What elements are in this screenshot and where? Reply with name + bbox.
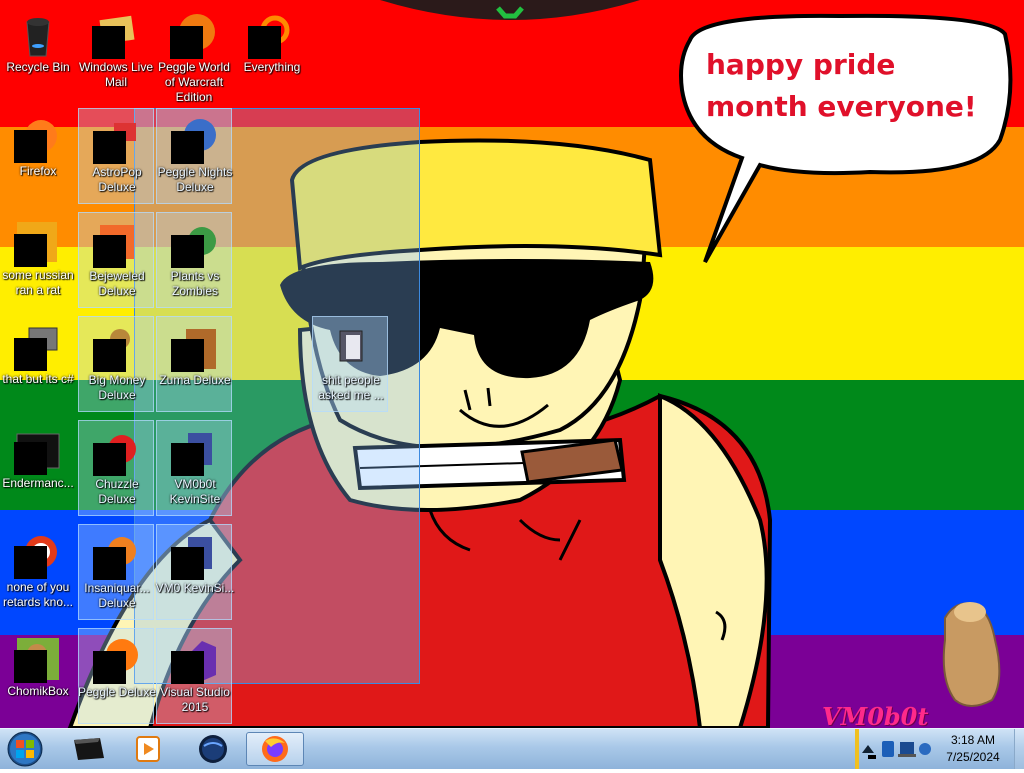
desktop-icon-vm0b0t-kevinsite[interactable]: VM0b0t KevinSite bbox=[156, 420, 232, 516]
desktop-icon-endermanc[interactable]: Endermanc... bbox=[0, 420, 76, 516]
redacted-icon-overlay bbox=[171, 547, 204, 580]
desktop-icon-bejeweled[interactable]: Bejeweled Deluxe bbox=[78, 212, 154, 308]
desktop-icon-windows-live-mail[interactable]: Windows Live Mail bbox=[78, 4, 154, 100]
taskbar: 3:18 AM 7/25/2024 bbox=[0, 728, 1024, 769]
desktop-icon-everything[interactable]: Everything bbox=[234, 4, 310, 100]
redacted-icon-overlay bbox=[248, 26, 281, 59]
desktop-icon-label: none of you retards kno... bbox=[2, 580, 74, 609]
system-clock[interactable]: 3:18 AM 7/25/2024 bbox=[935, 732, 1011, 766]
desktop-icon-label: Windows Live Mail bbox=[78, 60, 154, 89]
desktop-icon-label: Recycle Bin bbox=[6, 60, 70, 74]
desktop-icon-chuzzle[interactable]: Chuzzle Deluxe bbox=[78, 420, 154, 516]
redacted-icon-overlay bbox=[14, 546, 47, 579]
redacted-icon-overlay bbox=[171, 131, 204, 164]
taskbar-edge-strip bbox=[855, 729, 859, 769]
desktop-icon-label: Insaniquar... Deluxe bbox=[84, 581, 150, 610]
desktop-icon-russian-rat[interactable]: some russian ran a rat bbox=[0, 212, 76, 308]
desktop-icon-label: Firefox bbox=[19, 164, 57, 178]
taskbar-command-prompt[interactable] bbox=[62, 732, 116, 766]
folder-icon bbox=[339, 330, 363, 362]
clock-time: 3:18 AM bbox=[950, 733, 996, 747]
desktop-icon-chomikbox[interactable]: ChomikBox bbox=[0, 628, 76, 724]
desktop-icon-label: Everything bbox=[243, 60, 301, 74]
redacted-icon-overlay bbox=[93, 339, 126, 372]
desktop-icon-label: Big Money Deluxe bbox=[88, 373, 146, 402]
desktop-icon-label: AstroPop Deluxe bbox=[92, 165, 142, 194]
redacted-icon-overlay bbox=[171, 235, 204, 268]
desktop-icon-astropop[interactable]: AstroPop Deluxe bbox=[78, 108, 154, 204]
redacted-icon-overlay bbox=[93, 131, 126, 164]
volume-icon bbox=[919, 743, 931, 755]
clock-date: 7/25/2024 bbox=[946, 750, 1000, 764]
command-prompt-icon bbox=[74, 738, 104, 760]
recycle-bin-icon bbox=[26, 18, 50, 57]
redacted-icon-overlay bbox=[93, 547, 126, 580]
desktop-icon-label: Peggle Deluxe bbox=[77, 685, 157, 699]
redacted-icon-overlay bbox=[93, 443, 126, 476]
redacted-icon-overlay bbox=[14, 234, 47, 267]
redacted-icon-overlay bbox=[14, 130, 47, 163]
redacted-icon-overlay bbox=[14, 650, 47, 683]
desktop-icon-label: Visual Studio 2015 bbox=[160, 685, 230, 714]
desktop-icon-label: Peggle World of Warcraft Edition bbox=[158, 60, 230, 104]
taskbar-media-player[interactable] bbox=[122, 732, 176, 766]
desktop-icon-label: VM0b0t KevinSite bbox=[169, 477, 221, 506]
desktop-icon-label: Plants vs Zombies bbox=[170, 269, 220, 298]
desktop-icon-vm0-kevinsite[interactable]: VM0 KevinSi... bbox=[155, 524, 235, 620]
firefox-icon bbox=[262, 736, 288, 762]
desktop-icon-peggle-nights[interactable]: Peggle Nights Deluxe bbox=[156, 108, 232, 204]
redacted-icon-overlay bbox=[93, 651, 126, 684]
media-player-icon bbox=[136, 736, 160, 762]
redacted-icon-overlay bbox=[92, 26, 125, 59]
desktop-icon-label: Chuzzle Deluxe bbox=[95, 477, 139, 506]
desktop-icon-label: that but its c# bbox=[2, 372, 74, 386]
redacted-icon-overlay bbox=[171, 443, 204, 476]
network-icon bbox=[900, 742, 914, 754]
globe-icon bbox=[199, 735, 227, 763]
redacted-icon-overlay bbox=[14, 442, 47, 475]
desktop-icon-label: ChomikBox bbox=[7, 684, 69, 698]
redacted-icon-overlay bbox=[171, 339, 204, 372]
desktop-icon-insaniquarium[interactable]: Insaniquar... Deluxe bbox=[78, 524, 154, 620]
desktop-icon-label: Endermanc... bbox=[2, 476, 74, 490]
redacted-icon-overlay bbox=[170, 26, 203, 59]
tray-overflow-icon bbox=[862, 745, 874, 753]
desktop-icon-big-money[interactable]: Big Money Deluxe bbox=[78, 316, 154, 412]
taskbar-globe[interactable] bbox=[186, 732, 240, 766]
desktop-icon-label: VM0 KevinSi... bbox=[155, 581, 235, 595]
desktop-icon-peggle-deluxe[interactable]: Peggle Deluxe bbox=[77, 628, 157, 724]
desktop-icon-zuma[interactable]: Zuma Deluxe bbox=[156, 316, 232, 412]
taskbar-firefox[interactable] bbox=[246, 732, 304, 766]
desktop-icon-none-of-you[interactable]: none of you retards kno... bbox=[0, 524, 76, 620]
desktop-icon-label: some russian ran a rat bbox=[2, 268, 74, 297]
desktop-icon-label: Peggle Nights Deluxe bbox=[157, 165, 233, 194]
desktop-icon-label: shit people asked me ... bbox=[318, 373, 384, 402]
desktop-icon-folder-asked[interactable]: shit people asked me ... bbox=[312, 316, 388, 412]
redacted-icon-overlay bbox=[171, 651, 204, 684]
desktop-icon-firefox[interactable]: Firefox bbox=[0, 108, 76, 204]
desktop-icon-recycle-bin[interactable]: Recycle Bin bbox=[0, 4, 76, 100]
start-button[interactable] bbox=[5, 730, 45, 768]
speech-bubble-text: happy pride month everyone! bbox=[706, 48, 977, 123]
wallpaper-watermark: VM0b0t bbox=[822, 702, 929, 731]
desktop-icon-peggle-wow[interactable]: Peggle World of Warcraft Edition bbox=[156, 4, 232, 104]
desktop-icon-plants-vs-zombies[interactable]: Plants vs Zombies bbox=[156, 212, 232, 308]
desktop-icon-visual-studio[interactable]: Visual Studio 2015 bbox=[156, 628, 232, 724]
windows-start-orb-icon bbox=[7, 731, 43, 767]
redacted-icon-overlay bbox=[14, 338, 47, 371]
desktop-icon-that-but-csharp[interactable]: that but its c# bbox=[0, 316, 76, 412]
redacted-icon-overlay bbox=[93, 235, 126, 268]
desktop-icon-label: Zuma Deluxe bbox=[159, 373, 231, 387]
bluetooth-icon bbox=[882, 741, 894, 757]
desktop-icon-label: Bejeweled Deluxe bbox=[89, 269, 145, 298]
show-desktop-button[interactable] bbox=[1014, 729, 1024, 769]
